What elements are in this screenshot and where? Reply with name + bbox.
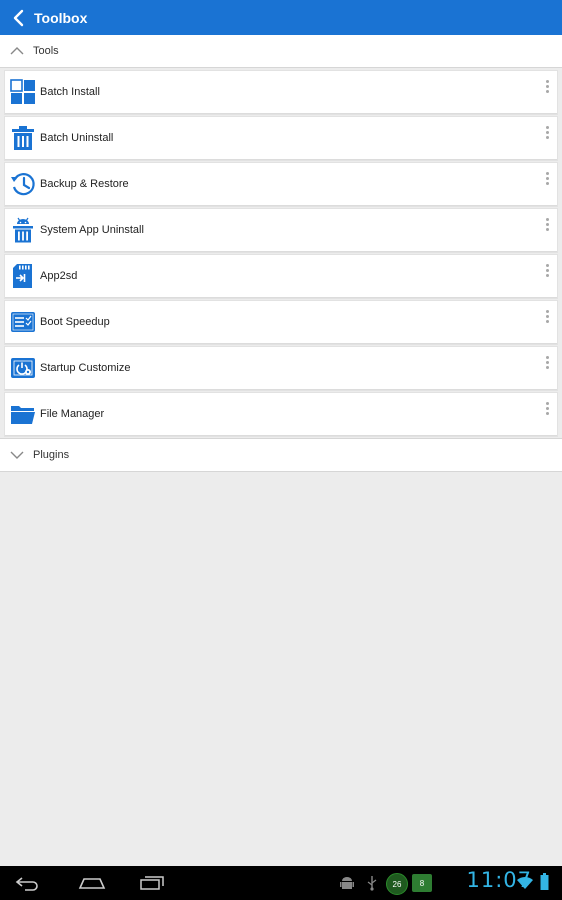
tool-item-label: Startup Customize — [40, 362, 131, 374]
sim-badge: 8 — [412, 874, 432, 892]
usb-icon — [367, 876, 377, 891]
nav-back-button[interactable] — [8, 868, 48, 898]
sd-card-icon — [13, 264, 32, 288]
tool-item-label: Backup & Restore — [40, 178, 129, 190]
nav-recents-button[interactable] — [132, 868, 172, 898]
history-icon — [11, 173, 35, 196]
tool-item-backup-restore[interactable]: Backup & Restore — [5, 163, 557, 206]
tool-item-label: App2sd — [40, 270, 78, 282]
tool-item-label: File Manager — [40, 408, 105, 420]
battery-icon — [540, 873, 549, 890]
page-title: Toolbox — [34, 9, 88, 26]
tool-item-boot-speedup[interactable]: Boot Speedup — [5, 301, 557, 344]
chevron-down-icon — [10, 451, 24, 459]
folder-icon — [11, 406, 35, 424]
more-options-icon[interactable] — [544, 310, 550, 324]
batch-install-icon — [10, 79, 35, 104]
more-options-icon[interactable] — [544, 264, 550, 278]
tool-item-label: Batch Install — [40, 86, 100, 98]
recent-apps-icon — [140, 876, 164, 890]
tool-item-file-manager[interactable]: File Manager — [5, 393, 557, 436]
tool-item-label: Boot Speedup — [40, 316, 110, 328]
android-trash-icon — [13, 217, 33, 243]
tool-item-batch-uninstall[interactable]: Batch Uninstall — [5, 117, 557, 160]
wifi-icon — [517, 876, 533, 889]
android-debug-icon — [340, 877, 354, 889]
back-button[interactable] — [4, 0, 32, 35]
tools-section-header[interactable]: Tools — [0, 35, 562, 68]
more-options-icon[interactable] — [544, 80, 550, 94]
app-bar: Toolbox — [0, 0, 562, 35]
more-options-icon[interactable] — [544, 172, 550, 186]
sim-label: 8 — [419, 878, 425, 888]
more-options-icon[interactable] — [544, 126, 550, 140]
tool-item-startup-customize[interactable]: Startup Customize — [5, 347, 557, 390]
badge-count: 26 — [392, 879, 402, 889]
plugins-section-header[interactable]: Plugins — [0, 438, 562, 472]
tools-section-label: Tools — [33, 45, 59, 57]
more-options-icon[interactable] — [544, 402, 550, 416]
tool-item-system-app-uninstall[interactable]: System App Uninstall — [5, 209, 557, 252]
tool-item-label: System App Uninstall — [40, 224, 144, 236]
plugins-section-label: Plugins — [33, 449, 70, 461]
notification-badge: 26 — [386, 873, 408, 895]
back-arrow-icon — [15, 877, 38, 891]
chevron-left-icon — [13, 9, 24, 26]
tool-item-label: Batch Uninstall — [40, 132, 114, 144]
boot-speedup-icon — [11, 312, 35, 332]
more-options-icon[interactable] — [544, 356, 550, 370]
nav-home-button[interactable] — [72, 868, 112, 898]
tool-item-app2sd[interactable]: App2sd — [5, 255, 557, 298]
chevron-up-icon — [10, 47, 24, 55]
more-options-icon[interactable] — [544, 218, 550, 232]
startup-customize-icon — [11, 358, 35, 378]
system-navigation-bar: 26 8 11:07 — [0, 866, 562, 900]
trash-icon — [12, 126, 34, 150]
tool-item-batch-install[interactable]: Batch Install — [5, 71, 557, 114]
home-icon — [78, 878, 106, 889]
